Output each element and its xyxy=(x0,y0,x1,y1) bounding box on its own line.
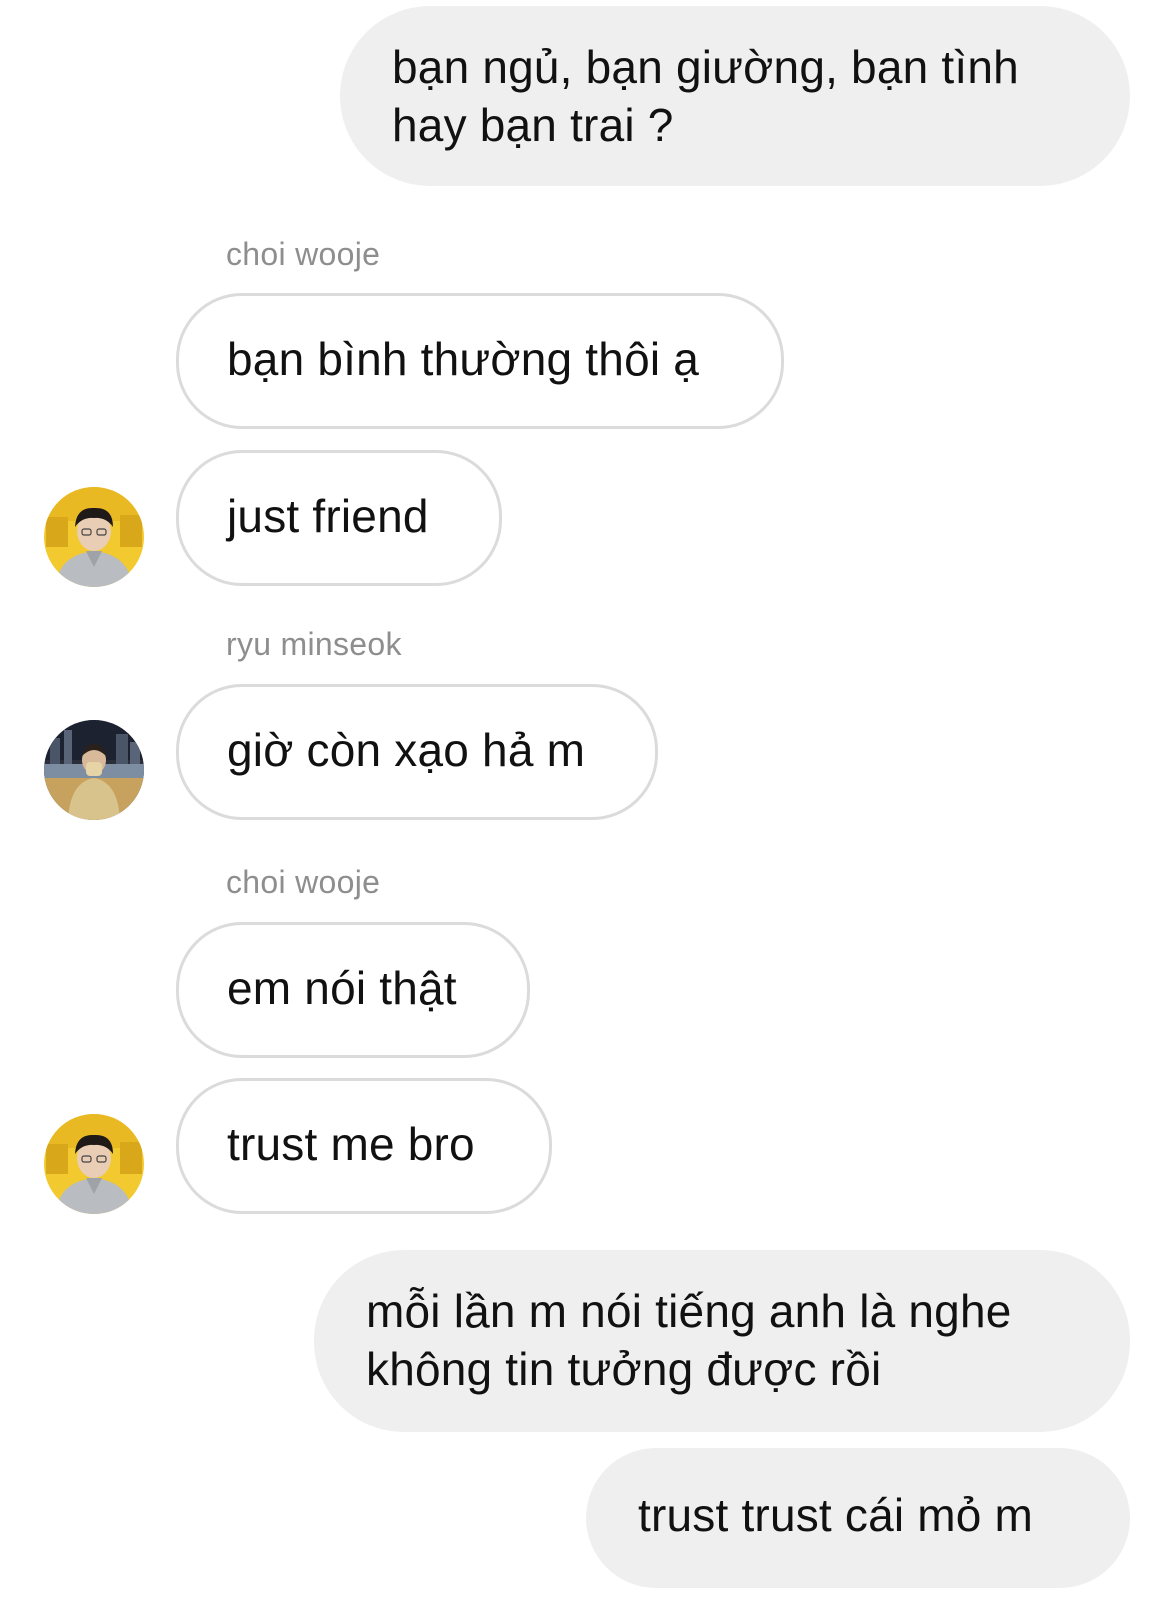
sender-avatar-icon[interactable] xyxy=(44,1114,144,1214)
outgoing-message-bubble[interactable]: bạn ngủ, bạn giường, bạn tình hay bạn tr… xyxy=(340,6,1130,186)
outgoing-message-bubble[interactable]: mỗi lần m nói tiếng anh là nghe không ti… xyxy=(314,1250,1130,1432)
outgoing-message-bubble[interactable]: trust trust cái mỏ m xyxy=(586,1448,1130,1588)
sender-avatar-icon[interactable] xyxy=(44,487,144,587)
incoming-message-bubble[interactable]: giờ còn xạo hả m xyxy=(176,684,658,820)
message-text: trust me bro xyxy=(227,1118,475,1170)
sender-name: ryu minseok xyxy=(226,626,402,662)
sender-name: choi wooje xyxy=(226,236,381,272)
avatar-photo-icon xyxy=(44,487,144,587)
incoming-message-bubble[interactable]: just friend xyxy=(176,450,502,586)
sender-avatar-icon[interactable] xyxy=(44,720,144,820)
avatar-photo-icon xyxy=(44,720,144,820)
message-text: bạn ngủ, bạn giường, bạn tình hay bạn tr… xyxy=(392,41,1019,151)
message-text: em nói thật xyxy=(227,962,457,1014)
message-text: trust trust cái mỏ m xyxy=(638,1489,1034,1541)
incoming-message-bubble[interactable]: bạn bình thường thôi ạ xyxy=(176,293,784,429)
incoming-message-bubble[interactable]: trust me bro xyxy=(176,1078,552,1214)
avatar-photo-icon xyxy=(44,1114,144,1214)
incoming-message-bubble[interactable]: em nói thật xyxy=(176,922,530,1058)
message-text: just friend xyxy=(227,490,429,542)
sender-name: choi wooje xyxy=(226,864,381,900)
message-text: giờ còn xạo hả m xyxy=(227,724,586,776)
message-text: bạn bình thường thôi ạ xyxy=(227,333,700,385)
message-text: mỗi lần m nói tiếng anh là nghe không ti… xyxy=(366,1285,1012,1395)
